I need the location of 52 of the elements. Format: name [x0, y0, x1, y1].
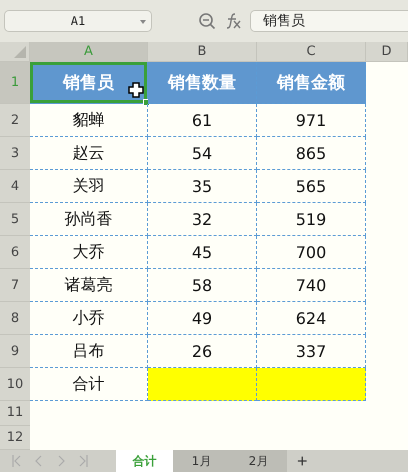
add-sheet-button[interactable]: + — [287, 450, 318, 472]
row-header[interactable]: 11 — [0, 401, 30, 426]
table-cell[interactable]: 貂蝉 — [30, 104, 148, 137]
table-cell[interactable]: 61 — [148, 104, 257, 137]
select-all-icon[interactable] — [14, 46, 26, 58]
sheet-tab[interactable]: 2月 — [230, 450, 287, 472]
table-cell[interactable]: 865 — [257, 137, 366, 170]
table-cell[interactable]: 58 — [148, 269, 257, 302]
formula-field[interactable]: 销售员 — [250, 10, 408, 32]
table-cell[interactable]: 45 — [148, 236, 257, 269]
row-header[interactable]: 6 — [0, 236, 30, 269]
table-cell[interactable]: 赵云 — [30, 137, 148, 170]
column-header[interactable]: B — [148, 42, 257, 62]
table-cell[interactable]: 740 — [257, 269, 366, 302]
table-cell[interactable]: 519 — [257, 203, 366, 236]
column-header[interactable]: D — [366, 42, 408, 62]
last-sheet-icon[interactable] — [78, 455, 88, 467]
row-header[interactable]: 2 — [0, 104, 30, 137]
row-header[interactable]: 12 — [0, 426, 30, 450]
table-cell[interactable] — [148, 368, 257, 401]
function-icon[interactable] — [224, 12, 242, 30]
next-sheet-icon[interactable] — [56, 455, 66, 467]
table-cell[interactable]: 35 — [148, 170, 257, 203]
caret-icon — [140, 20, 146, 24]
table-cell[interactable]: 54 — [148, 137, 257, 170]
table-cell[interactable]: 49 — [148, 302, 257, 335]
table-cell[interactable]: 565 — [257, 170, 366, 203]
row-header[interactable]: 4 — [0, 170, 30, 203]
row-header[interactable]: 5 — [0, 203, 30, 236]
table-cell[interactable]: 孙尚香 — [30, 203, 148, 236]
sheet-tab[interactable]: 1月 — [173, 450, 230, 472]
table-cell[interactable]: 971 — [257, 104, 366, 137]
table-cell[interactable]: 关羽 — [30, 170, 148, 203]
table-cell[interactable]: 700 — [257, 236, 366, 269]
table-cell[interactable]: 吕布 — [30, 335, 148, 368]
table-cell[interactable]: 大乔 — [30, 236, 148, 269]
table-cell[interactable]: 小乔 — [30, 302, 148, 335]
row-header[interactable]: 10 — [0, 368, 30, 401]
table-cell[interactable]: 624 — [257, 302, 366, 335]
cursor-icon — [128, 82, 144, 98]
table-cell[interactable] — [257, 368, 366, 401]
zoom-icon[interactable] — [198, 12, 216, 30]
column-header[interactable]: C — [257, 42, 366, 62]
row-header[interactable]: 8 — [0, 302, 30, 335]
row-header[interactable]: 7 — [0, 269, 30, 302]
previous-sheet-icon[interactable] — [34, 455, 44, 467]
name-box[interactable]: A1 — [4, 10, 152, 32]
row-header[interactable]: 3 — [0, 137, 30, 170]
table-cell[interactable]: 32 — [148, 203, 257, 236]
first-sheet-icon[interactable] — [12, 455, 22, 467]
table-cell[interactable]: 诸葛亮 — [30, 269, 148, 302]
row-header[interactable]: 9 — [0, 335, 30, 368]
